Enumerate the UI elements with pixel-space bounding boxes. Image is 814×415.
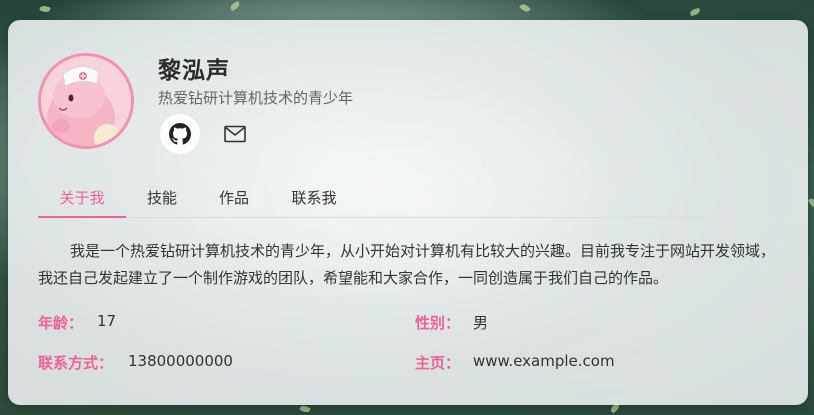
tab-skills[interactable]: 技能 bbox=[138, 180, 186, 216]
background-leaf bbox=[299, 404, 311, 414]
background-leaf bbox=[519, 2, 531, 14]
background-leaf bbox=[229, 0, 241, 12]
profile-name: 黎泓声 bbox=[158, 58, 230, 84]
profile-card: 黎泓声 热爱钻研计算机技术的青少年 关于我 技能 作品 联系我 我是一个热爱钻研… bbox=[8, 20, 808, 405]
background-leaf bbox=[689, 7, 701, 17]
gender-label: 性别： bbox=[415, 314, 461, 332]
homepage-link[interactable]: www.example.com bbox=[473, 352, 615, 370]
age-label: 年龄： bbox=[38, 314, 84, 332]
contact-value: 13800000000 bbox=[128, 352, 233, 370]
tab-contact[interactable]: 联系我 bbox=[283, 180, 345, 216]
background-leaf bbox=[39, 4, 51, 14]
contact-label: 联系方式： bbox=[38, 354, 114, 372]
gender-value: 男 bbox=[473, 314, 489, 332]
about-text: 我是一个热爱钻研计算机技术的青少年，从小开始对计算机有比较大的兴趣。目前我专注于… bbox=[38, 242, 776, 287]
github-button[interactable] bbox=[160, 114, 200, 154]
homepage-label: 主页： bbox=[415, 354, 461, 372]
mail-button[interactable] bbox=[215, 114, 255, 154]
tab-works[interactable]: 作品 bbox=[210, 180, 258, 216]
avatar bbox=[38, 53, 134, 149]
github-icon bbox=[169, 123, 191, 145]
profile-tagline: 热爱钻研计算机技术的青少年 bbox=[158, 89, 354, 107]
tab-bar: 关于我 技能 作品 联系我 bbox=[38, 180, 778, 218]
mail-icon bbox=[224, 125, 246, 143]
active-tab-indicator bbox=[38, 216, 126, 218]
background-leaf bbox=[807, 197, 814, 209]
tab-about[interactable]: 关于我 bbox=[38, 180, 126, 216]
avatar-illustration bbox=[41, 56, 131, 146]
age-value: 17 bbox=[97, 312, 117, 330]
